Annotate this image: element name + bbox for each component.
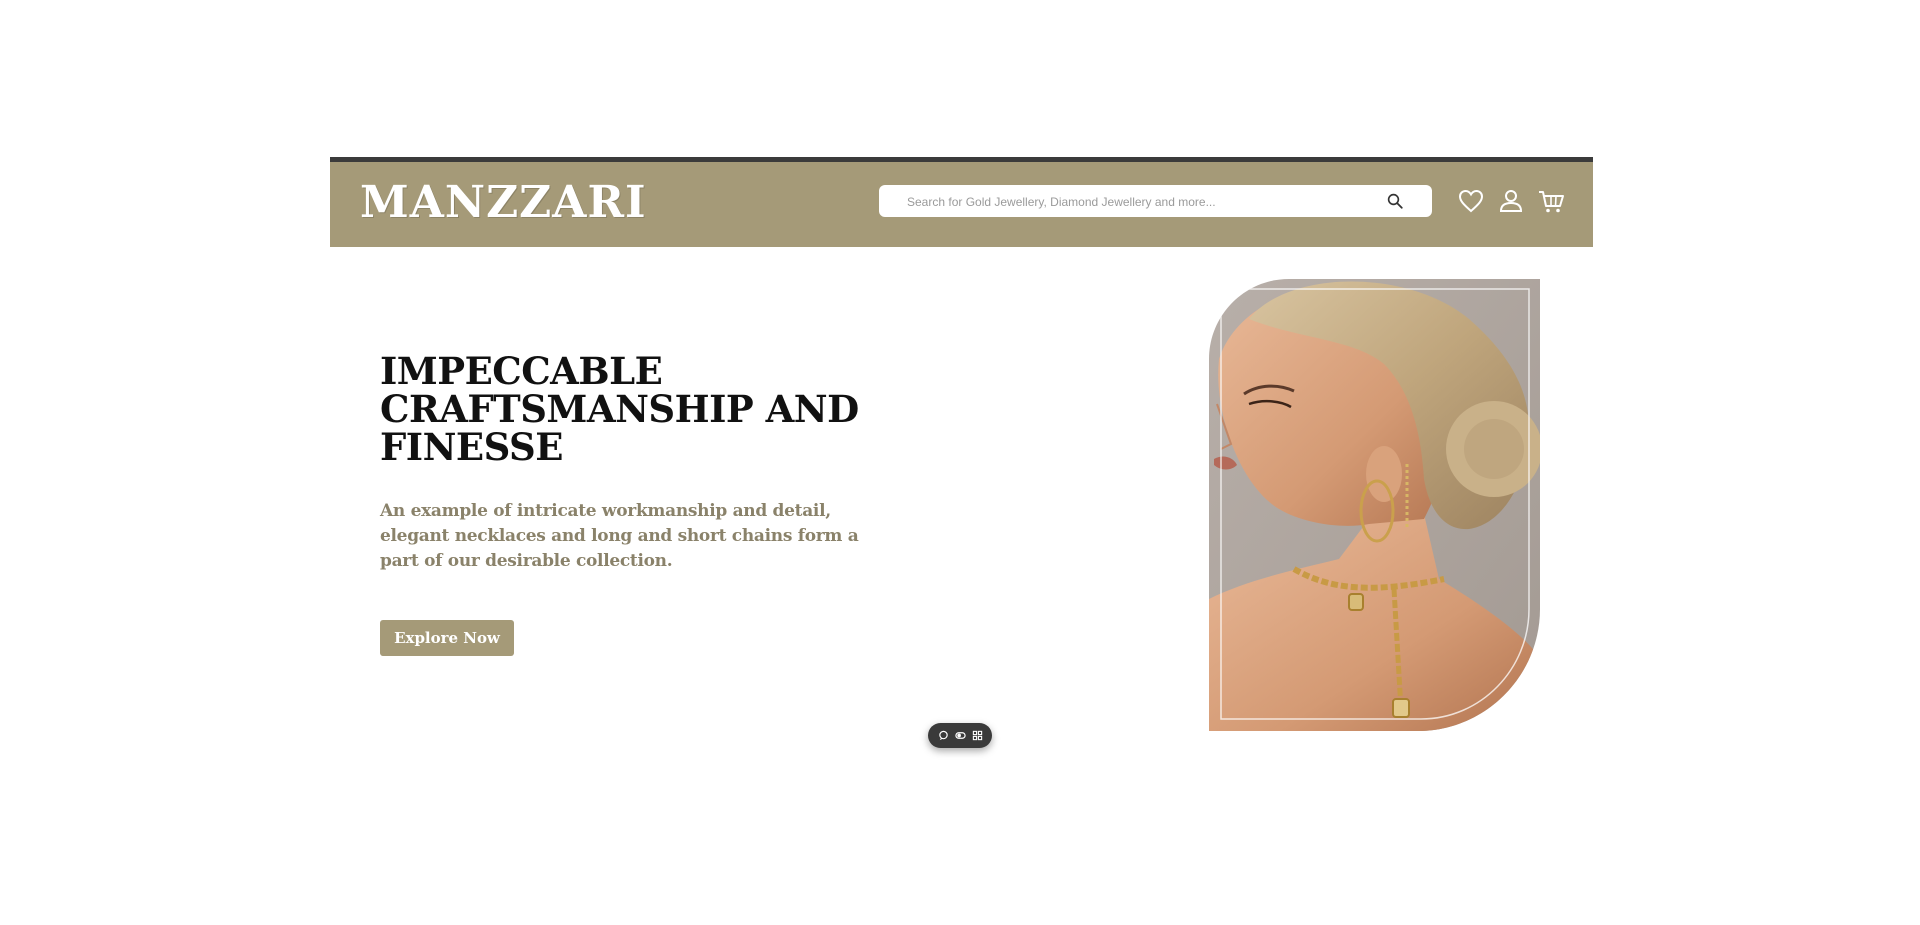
floating-toolbar [928, 723, 992, 748]
chat-icon[interactable] [938, 730, 949, 741]
hero-subtitle: An example of intricate workmanship and … [380, 501, 859, 571]
search-input[interactable] [879, 185, 1389, 219]
hero-title: IMPECCABLE CRAFTSMANSHIP AND FINESSE [380, 349, 859, 469]
search-bar[interactable] [879, 185, 1432, 219]
cart-icon[interactable] [1537, 187, 1565, 215]
user-icon[interactable] [1497, 187, 1525, 215]
header-actions [1457, 187, 1565, 215]
explore-now-button[interactable]: Explore Now [380, 620, 514, 656]
hero-model-image [1209, 279, 1540, 731]
heart-icon[interactable] [1457, 187, 1485, 215]
site-header: MANZZARI [330, 157, 1593, 247]
search-icon[interactable] [1386, 192, 1404, 210]
toggle-icon[interactable] [954, 730, 966, 741]
brand-logo[interactable]: MANZZARI [360, 177, 647, 228]
grid-icon[interactable] [972, 730, 983, 741]
